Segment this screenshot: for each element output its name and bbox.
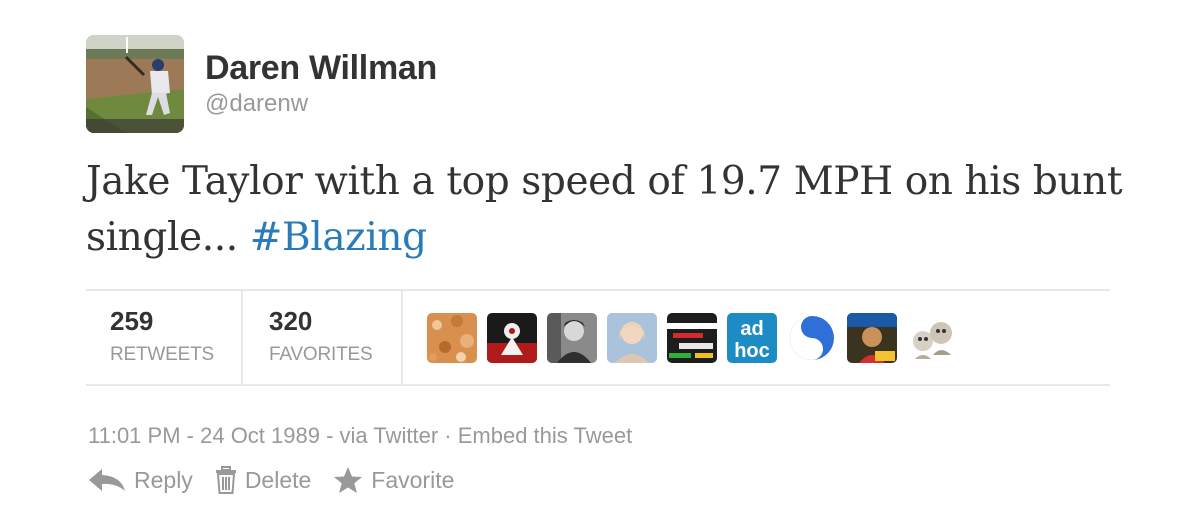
stats-bottom-divider <box>86 384 1110 386</box>
favorites-label: FAVORITES <box>269 344 373 365</box>
user-handle[interactable]: @darenw <box>205 89 308 119</box>
favoriter-avatar[interactable] <box>907 313 957 363</box>
stats-top-divider <box>86 289 1110 291</box>
trash-icon <box>215 466 236 494</box>
reply-button[interactable]: Reply <box>88 467 193 494</box>
favorites-count: 320 <box>269 306 313 336</box>
favoriter-avatars: ad hoc <box>427 313 957 363</box>
hashtag-link[interactable]: #Blazing <box>250 215 427 260</box>
delete-label: Delete <box>244 466 312 493</box>
stats-divider-1 <box>241 291 243 384</box>
star-icon <box>334 467 363 493</box>
reply-icon <box>89 469 125 491</box>
tweet-source: via Twitter <box>339 423 439 448</box>
favoriter-avatar[interactable] <box>847 313 897 363</box>
favorites-stat[interactable]: 320 FAVORITES <box>269 305 373 367</box>
favoriter-avatar[interactable] <box>547 313 597 363</box>
tweet-body: Jake Taylor with a top speed of 19.7 MPH… <box>86 159 1123 260</box>
favoriter-avatar[interactable] <box>487 313 537 363</box>
embed-tweet-link[interactable]: Embed this Tweet <box>458 423 632 448</box>
tweet-meta: 11:01 PM - 24 Oct 1989 - via Twitter · E… <box>88 422 632 450</box>
svg-text:hoc: hoc <box>734 340 770 362</box>
meta-sep-2: - <box>319 423 340 448</box>
favoriter-avatar[interactable] <box>427 313 477 363</box>
meta-sep-3: · <box>438 423 458 448</box>
favoriter-avatar[interactable] <box>787 313 837 363</box>
favorite-label: Favorite <box>371 466 455 493</box>
tweet-date[interactable]: 24 Oct 1989 <box>200 423 320 448</box>
tweet-text: Jake Taylor with a top speed of 19.7 MPH… <box>86 154 1126 266</box>
delete-button[interactable]: Delete <box>215 466 311 494</box>
svg-text:ad: ad <box>740 318 763 340</box>
favoriter-avatar[interactable]: ad hoc <box>727 313 777 363</box>
retweets-stat[interactable]: 259 RETWEETS <box>110 305 214 367</box>
meta-sep-1: - <box>180 423 201 448</box>
retweets-label: RETWEETS <box>110 344 214 365</box>
favorite-button[interactable]: Favorite <box>333 466 454 494</box>
user-avatar[interactable] <box>86 35 184 133</box>
favoriter-avatar[interactable] <box>607 313 657 363</box>
reply-label: Reply <box>134 466 193 493</box>
retweets-count: 259 <box>110 306 154 336</box>
tweet-actions: Reply Delete Favorite <box>88 463 476 497</box>
user-avatar-image <box>86 35 184 133</box>
tweet-time[interactable]: 11:01 PM <box>88 423 181 448</box>
stats-divider-2 <box>401 291 403 384</box>
favoriter-avatar[interactable] <box>667 313 717 363</box>
user-display-name[interactable]: Daren Willman <box>205 48 437 88</box>
